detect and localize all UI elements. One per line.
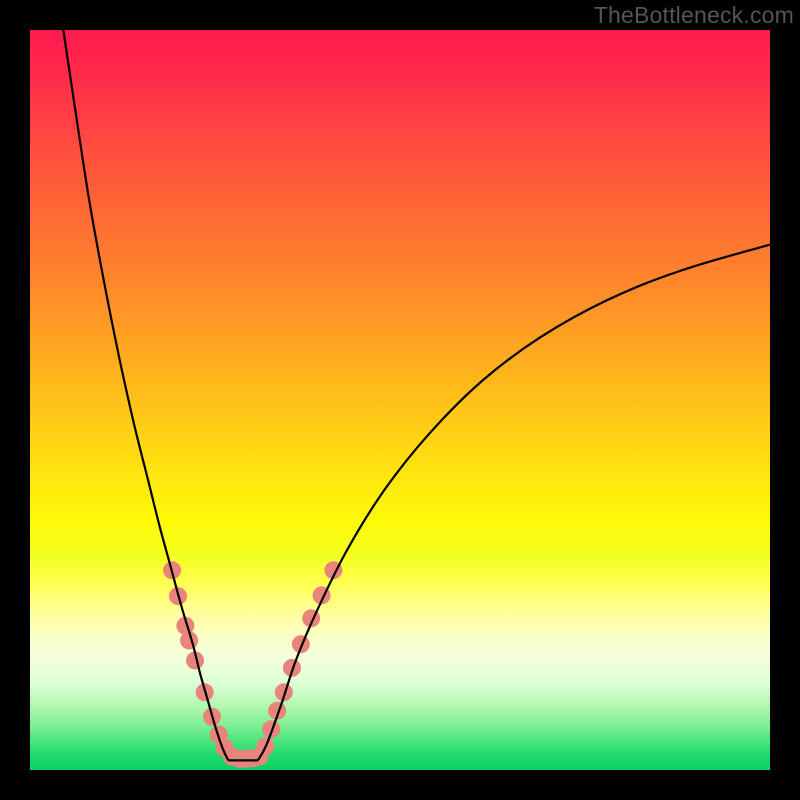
curve-right <box>258 245 770 761</box>
chart-svg <box>30 30 770 770</box>
watermark-text: TheBottleneck.com <box>594 2 794 29</box>
outer-frame: TheBottleneck.com <box>0 0 800 800</box>
curve-left <box>63 30 228 760</box>
dots-right-group <box>250 561 342 765</box>
